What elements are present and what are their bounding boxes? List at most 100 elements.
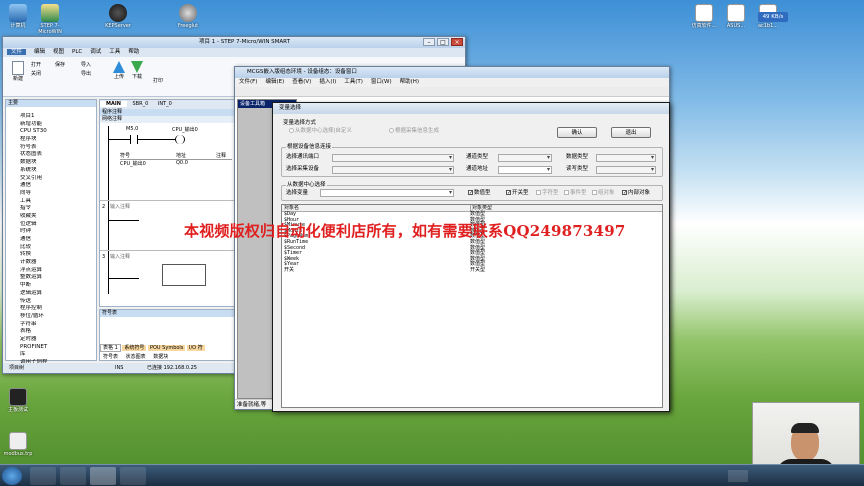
step7-titlebar[interactable]: 项目 1 - STEP 7-Micro/WIN SMART – □ ×: [3, 37, 465, 48]
tree-item[interactable]: 表格: [20, 328, 96, 336]
menu-debug[interactable]: 调试: [90, 49, 101, 55]
channel-type-combo[interactable]: [498, 154, 552, 162]
tree-item[interactable]: 通信: [20, 182, 96, 190]
tree-item[interactable]: 浮点运算: [20, 267, 96, 275]
coil-cpu-out0[interactable]: CPU_输出0: [172, 126, 198, 133]
tree-item[interactable]: 收藏夹: [20, 213, 96, 221]
upload-button[interactable]: 上传: [111, 61, 127, 80]
program-comment[interactable]: 程序注释: [100, 109, 234, 116]
tree-item[interactable]: 状态图表: [20, 151, 96, 159]
variable-select-dialog[interactable]: 变量选择 变量选择方式 从数据中心选择|自定义 根据采集信息生成 确认 退出 根…: [272, 102, 670, 412]
data-type-combo[interactable]: [596, 154, 656, 162]
print-button[interactable]: 打印: [153, 77, 163, 84]
tab-table1[interactable]: 表格 1: [100, 344, 121, 352]
device-combo[interactable]: [332, 166, 454, 174]
tree-item[interactable]: 整数运算: [20, 274, 96, 282]
filter-check-2[interactable]: 字符型: [536, 190, 559, 197]
tree-item[interactable]: 逻辑运算: [20, 290, 96, 298]
mcgs-menu-edit[interactable]: 编辑(E): [265, 79, 284, 85]
tab-sbr0[interactable]: SBR_0: [128, 101, 152, 107]
import-button[interactable]: 导入: [81, 61, 91, 68]
tab-int0[interactable]: INT_0: [154, 101, 176, 107]
tab-data-block[interactable]: 数据块: [150, 354, 171, 360]
tree-item[interactable]: 字符串: [20, 321, 96, 329]
tree-item[interactable]: 程序块: [20, 136, 96, 144]
radio-from-acquisition[interactable]: 根据采集信息生成: [389, 128, 439, 135]
dialog-title[interactable]: 变量选择: [273, 103, 669, 114]
tree-item[interactable]: PROFINET: [20, 344, 96, 352]
tree-item[interactable]: 新增功能: [20, 121, 96, 129]
radio-from-datacenter[interactable]: 从数据中心选择|自定义: [289, 128, 352, 135]
taskbar-app2[interactable]: [60, 467, 86, 485]
select-var-input[interactable]: [320, 189, 454, 197]
tab-symbol-table[interactable]: 符号表: [100, 354, 121, 360]
desktop-icon-tr2[interactable]: ASUS...: [720, 4, 752, 29]
network3[interactable]: 3 输入注释: [100, 250, 234, 262]
mcgs-titlebar[interactable]: MCGS嵌入版组态环境 - 设备组态：设备窗口: [235, 67, 669, 78]
filter-check-5[interactable]: ✓内部对象: [622, 190, 650, 197]
filter-check-4[interactable]: 组对象: [592, 190, 615, 197]
tab-main[interactable]: MAIN: [100, 101, 127, 107]
list-item[interactable]: 开关 开关型: [282, 267, 662, 274]
mcgs-menu-tools[interactable]: 工具(T): [344, 79, 363, 85]
tree-item[interactable]: 向导: [20, 190, 96, 198]
filter-check-3[interactable]: 事件型: [564, 190, 587, 197]
desktop-icon-kepserver[interactable]: KEPServer: [102, 4, 134, 29]
network2-comment[interactable]: 输入注释: [110, 204, 130, 210]
minimize-button[interactable]: –: [423, 38, 435, 46]
network2[interactable]: 2 输入注释: [100, 200, 234, 212]
mcgs-menu-window[interactable]: 窗口(W): [371, 79, 392, 85]
mcgs-menu-file[interactable]: 文件(F): [239, 79, 257, 85]
mcgs-menu-insert[interactable]: 插入(I): [319, 79, 336, 85]
taskbar-explorer[interactable]: [30, 467, 56, 485]
tab-pou-symbols[interactable]: POU Symbols: [147, 345, 186, 351]
close-project-button[interactable]: 关闭: [31, 70, 41, 77]
tree-item[interactable]: CPU ST30: [20, 128, 96, 136]
mcgs-menu-view[interactable]: 查看(V): [292, 79, 311, 85]
tree-item[interactable]: 比较: [20, 244, 96, 252]
menu-tools[interactable]: 工具: [109, 49, 120, 55]
tree-item[interactable]: 程序控制: [20, 305, 96, 313]
menu-plc[interactable]: PLC: [72, 49, 82, 55]
confirm-button[interactable]: 确认: [557, 127, 597, 138]
tab-status-chart[interactable]: 状态图表: [123, 354, 149, 360]
menu-help[interactable]: 帮助: [128, 49, 139, 55]
new-button[interactable]: 新建: [9, 61, 27, 82]
mcgs-menu-help[interactable]: 帮助(H): [400, 79, 419, 85]
tree-item[interactable]: 指令: [20, 205, 96, 213]
tree-item[interactable]: 交叉引用: [20, 175, 96, 183]
desktop-icon-step7[interactable]: STEP 7-MicroWIN: [34, 4, 66, 35]
taskbar-step7[interactable]: [120, 467, 146, 485]
rw-type-combo[interactable]: [596, 166, 656, 174]
tree-item[interactable]: 库: [20, 351, 96, 359]
channel-addr-input[interactable]: [498, 166, 552, 174]
network3-comment[interactable]: 输入注释: [110, 254, 130, 260]
save-button[interactable]: 保存: [55, 61, 65, 68]
contact-m50[interactable]: M5.0: [126, 126, 138, 132]
tree-item[interactable]: 转换: [20, 251, 96, 259]
tree-item[interactable]: 定时器: [20, 336, 96, 344]
tree-item[interactable]: 数据块: [20, 159, 96, 167]
empty-box[interactable]: [162, 264, 206, 286]
port-combo[interactable]: [332, 154, 454, 162]
network1-comment[interactable]: 网络注释: [100, 116, 234, 123]
open-button[interactable]: 打开: [31, 61, 41, 68]
menu-view[interactable]: 视图: [53, 49, 64, 55]
tree-item[interactable]: 通信: [20, 236, 96, 244]
filter-check-1[interactable]: ✓开关型: [506, 190, 529, 197]
tree-item[interactable]: 位逻辑: [20, 221, 96, 229]
tab-system-symbols[interactable]: 系统符号: [122, 345, 147, 351]
download-button[interactable]: 下载: [129, 61, 145, 80]
exit-button[interactable]: 退出: [611, 127, 651, 138]
filter-check-0[interactable]: ✓数值型: [468, 190, 491, 197]
maximize-button[interactable]: □: [437, 38, 449, 46]
close-button[interactable]: ×: [451, 38, 463, 46]
taskbar-mcgs[interactable]: [90, 467, 116, 485]
menu-edit[interactable]: 编辑: [34, 49, 45, 55]
tree-item[interactable]: 传送: [20, 298, 96, 306]
export-button[interactable]: 导出: [81, 70, 91, 77]
tree-item[interactable]: 工具: [20, 198, 96, 206]
tree-item[interactable]: 系统块: [20, 167, 96, 175]
desktop-icon-tr1[interactable]: 仿真软件...: [688, 4, 720, 29]
desktop-icon-modbus[interactable]: modbus.trp: [2, 432, 34, 457]
